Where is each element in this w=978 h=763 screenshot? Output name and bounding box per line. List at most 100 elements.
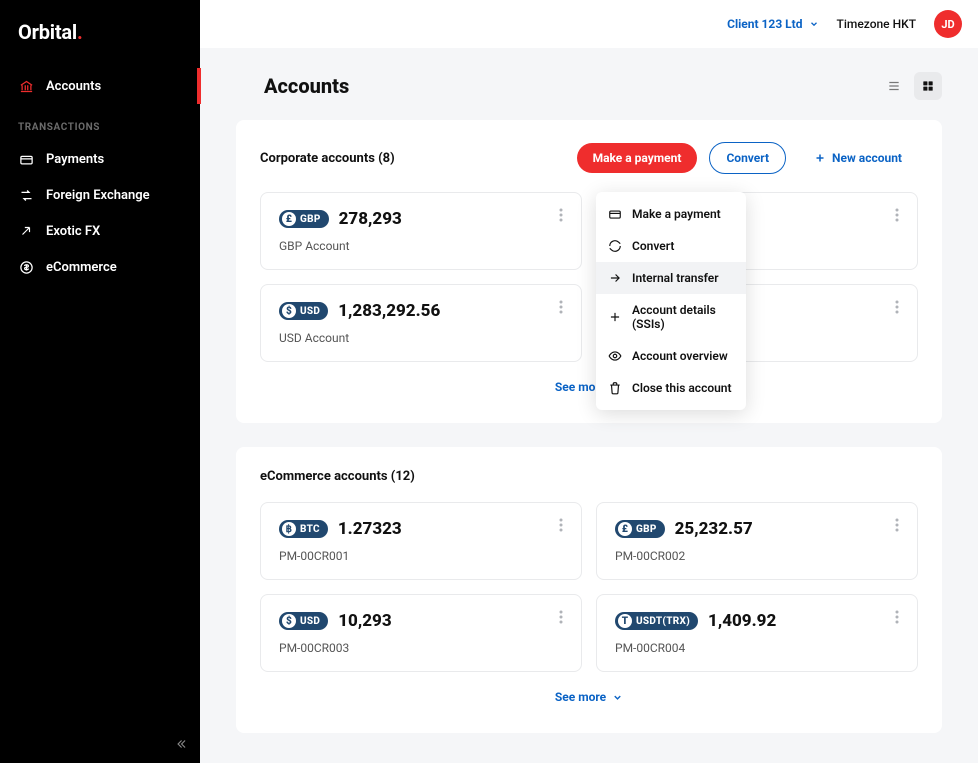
client-name: Client 123 Ltd — [727, 17, 802, 31]
brand-dot: . — [77, 20, 83, 44]
main: Client 123 Ltd Timezone HKT JD Accounts — [200, 0, 978, 763]
account-name: PM-00CR001 — [279, 549, 563, 563]
plus-icon — [608, 310, 622, 324]
new-account-button[interactable]: New account — [798, 143, 918, 173]
currency-chip-symbol: $ — [282, 304, 296, 318]
nav-ecom-label: eCommerce — [46, 260, 117, 275]
card-menu-button[interactable] — [885, 203, 909, 227]
card-menu-button[interactable] — [885, 605, 909, 629]
currency-chip-code: GBP — [636, 524, 657, 535]
account-card[interactable]: £ GBP 25,232.57 PM-00CR002 — [596, 502, 918, 580]
nav-exotic-label: Exotic FX — [46, 224, 100, 239]
currency-chip: T USDT(TRX) — [615, 612, 698, 630]
eye-icon — [608, 349, 622, 363]
corporate-accounts-panel: Corporate accounts (8) Make a payment Co… — [236, 120, 942, 423]
view-toggle — [880, 72, 942, 100]
make-payment-button[interactable]: Make a payment — [577, 143, 698, 173]
account-context-menu: Make a payment Convert Internal transfer… — [596, 192, 746, 410]
account-card[interactable]: ฿ BTC 1.27323 PM-00CR001 — [260, 502, 582, 580]
account-balance: 278,293 — [339, 209, 402, 229]
menu-close-account[interactable]: Close this account — [596, 372, 746, 404]
menu-label: Internal transfer — [632, 271, 719, 285]
ecommerce-panel-title: eCommerce accounts (12) — [260, 469, 415, 484]
currency-chip-symbol: £ — [282, 212, 296, 226]
corporate-panel-title: Corporate accounts (8) — [260, 151, 395, 166]
avatar[interactable]: JD — [934, 10, 962, 38]
nav-ecommerce[interactable]: eCommerce — [0, 249, 200, 285]
menu-account-details[interactable]: Account details (SSIs) — [596, 294, 746, 340]
account-card[interactable]: £ GBP 278,293 GBP Account — [260, 192, 582, 270]
menu-label: Close this account — [632, 381, 732, 395]
nav-fx-label: Foreign Exchange — [46, 188, 150, 203]
menu-internal-transfer[interactable]: Internal transfer — [596, 262, 746, 294]
account-balance: 10,293 — [338, 611, 391, 631]
see-more-label: See more — [555, 690, 606, 704]
account-balance: 1,409.92 — [708, 611, 776, 631]
currency-chip: ฿ BTC — [279, 520, 328, 538]
account-balance: 1.27323 — [338, 519, 402, 539]
card-menu-button[interactable] — [549, 203, 573, 227]
see-more-link[interactable]: See more — [555, 690, 623, 704]
page-title: Accounts — [264, 74, 349, 98]
convert-button[interactable]: Convert — [709, 142, 786, 174]
currency-chip: £ GBP — [279, 210, 329, 228]
brand-name: Orbital — [18, 20, 77, 44]
nav-section-transactions: TRANSACTIONS — [0, 104, 200, 141]
currency-chip-code: USD — [300, 306, 320, 317]
currency-chip-symbol: ฿ — [282, 522, 296, 536]
card-menu-button[interactable] — [885, 513, 909, 537]
view-grid-button[interactable] — [914, 72, 942, 100]
corporate-see-more: See more — [260, 376, 918, 395]
account-name: PM-00CR002 — [615, 549, 899, 563]
nav-accounts-label: Accounts — [46, 79, 101, 94]
currency-chip: £ GBP — [615, 520, 665, 538]
trash-icon — [608, 381, 622, 395]
currency-chip-symbol: £ — [618, 522, 632, 536]
client-switcher[interactable]: Client 123 Ltd — [727, 17, 818, 31]
dollar-circle-icon — [18, 259, 34, 275]
card-menu-button[interactable] — [549, 295, 573, 319]
card-menu-button[interactable] — [885, 295, 909, 319]
currency-chip-code: GBP — [300, 214, 321, 225]
brand-logo: Orbital. — [0, 0, 200, 68]
card-menu-button[interactable] — [549, 513, 573, 537]
nav-exotic-fx[interactable]: Exotic FX — [0, 213, 200, 249]
new-account-label: New account — [832, 151, 902, 165]
view-list-button[interactable] — [880, 72, 908, 100]
arrow-right-icon — [608, 271, 622, 285]
account-name: USD Account — [279, 331, 563, 345]
chevron-down-icon — [612, 692, 623, 703]
menu-convert[interactable]: Convert — [596, 230, 746, 262]
account-card[interactable]: $ USD 1,283,292.56 USD Account — [260, 284, 582, 362]
nav-fx[interactable]: Foreign Exchange — [0, 177, 200, 213]
arrow-diagonal-icon — [18, 223, 34, 239]
currency-chip-symbol: $ — [282, 614, 296, 628]
timezone-label: Timezone HKT — [837, 17, 917, 31]
nav-payments[interactable]: Payments — [0, 141, 200, 177]
card-menu-button[interactable] — [549, 605, 573, 629]
account-card[interactable]: T USDT(TRX) 1,409.92 PM-00CR004 — [596, 594, 918, 672]
menu-label: Account overview — [632, 349, 728, 363]
corporate-panel-actions: Make a payment Convert New account — [577, 142, 918, 174]
currency-chip-code: USD — [300, 616, 320, 627]
plus-icon — [814, 152, 826, 164]
menu-account-overview[interactable]: Account overview — [596, 340, 746, 372]
nav-accounts[interactable]: Accounts — [0, 68, 200, 104]
currency-chip-code: USDT(TRX) — [636, 616, 690, 627]
nav-payments-label: Payments — [46, 152, 104, 167]
menu-label: Make a payment — [632, 207, 721, 221]
menu-make-payment[interactable]: Make a payment — [596, 198, 746, 230]
page-head: Accounts — [236, 72, 942, 100]
bank-icon — [18, 78, 34, 94]
account-balance: 25,232.57 — [675, 519, 753, 539]
sidebar: Orbital. Accounts TRANSACTIONS Payments … — [0, 0, 200, 763]
account-card[interactable]: $ USD 10,293 PM-00CR003 — [260, 594, 582, 672]
currency-chip-code: BTC — [300, 524, 320, 535]
currency-chip-symbol: T — [618, 614, 632, 628]
account-balance: 1,283,292.56 — [338, 301, 440, 321]
menu-label: Convert — [632, 239, 674, 253]
ecommerce-panel-head: eCommerce accounts (12) — [260, 469, 918, 484]
avatar-initials: JD — [941, 18, 954, 31]
content: Accounts Corporate accounts (8) Make a p… — [200, 48, 978, 763]
sidebar-collapse-button[interactable] — [174, 737, 188, 751]
